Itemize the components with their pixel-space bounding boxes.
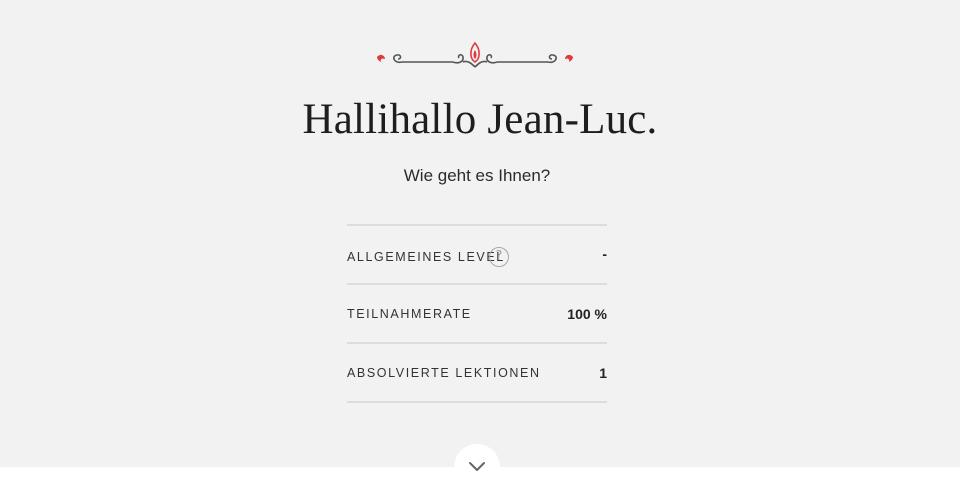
stat-label-completed-lessons: Absolvierte Lektionen	[347, 366, 541, 380]
stat-value-completed-lessons: 1	[599, 365, 607, 381]
greeting-subtitle: Wie geht es Ihnen?	[403, 166, 551, 185]
decorative-flourish-icon	[377, 41, 573, 68]
stat-value-general-level: -	[602, 246, 607, 262]
stat-row-general-level: Allgemeines Level ? -	[347, 226, 607, 285]
scroll-down-button[interactable]	[454, 444, 500, 490]
stat-value-participation-rate: 100 %	[567, 306, 607, 322]
stats-list: Allgemeines Level ? - Teilnahmerate 100 …	[347, 224, 607, 403]
stat-label-participation-rate: Teilnahmerate	[347, 307, 472, 321]
stat-row-completed-lessons: Absolvierte Lektionen 1	[347, 344, 607, 403]
chevron-down-icon	[469, 462, 485, 471]
greeting-title: Hallihallo Jean-Luc.	[302, 96, 658, 143]
welcome-hero: Hallihallo Jean-Luc. Wie geht es Ihnen? …	[0, 0, 960, 467]
question-mark-icon[interactable]: ?	[489, 247, 509, 267]
stat-label-general-level: Allgemeines Level	[347, 250, 505, 264]
stat-row-participation-rate: Teilnahmerate 100 %	[347, 285, 607, 344]
